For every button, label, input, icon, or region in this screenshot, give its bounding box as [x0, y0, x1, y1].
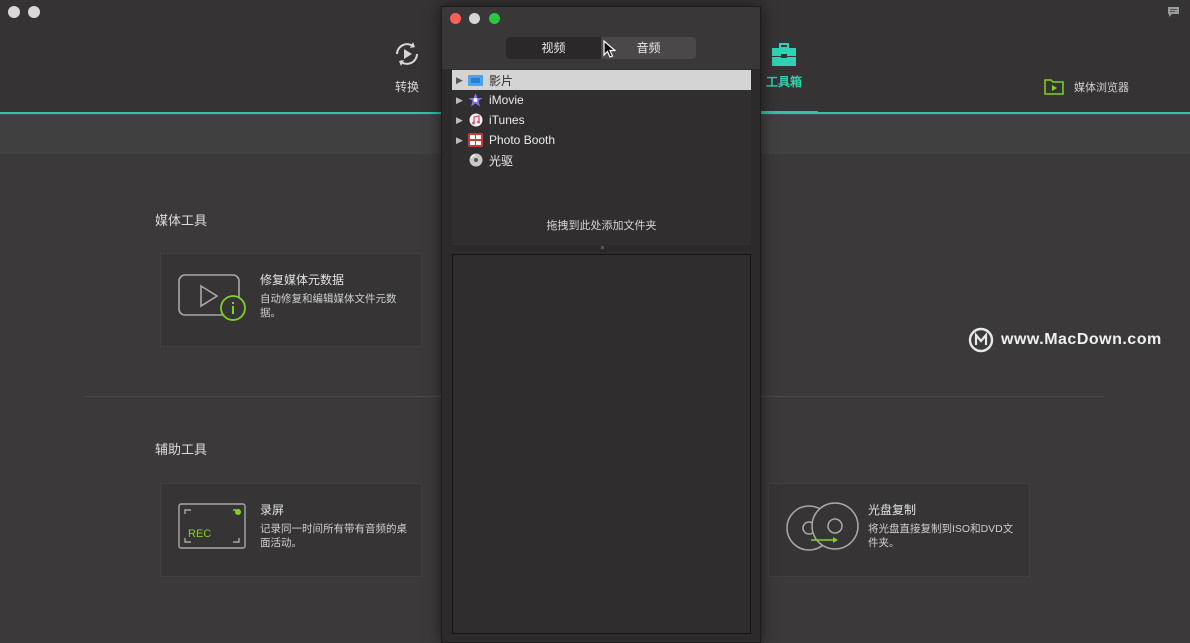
- section-media-tools: 媒体工具: [155, 213, 208, 228]
- tree-item-itunes[interactable]: ▶ iTunes: [452, 110, 751, 130]
- tab-convert-label: 转换: [394, 80, 419, 94]
- tree-item-label: iTunes: [489, 113, 525, 127]
- card-screen-record[interactable]: REC 录屏 记录同一时间所有带有音频的桌面活动。: [160, 483, 422, 577]
- card-repair-metadata[interactable]: 修复媒体元数据 自动修复和编辑媒体文件元数据。: [160, 253, 422, 347]
- imovie-star-icon: [468, 93, 483, 107]
- card-disc-title: 光盘复制: [868, 503, 917, 517]
- convert-icon: [396, 42, 418, 66]
- rec-label: REC: [188, 528, 212, 540]
- card-disc-copy[interactable]: 光盘复制 将光盘直接复制到ISO和DVD文件夹。: [768, 483, 1030, 577]
- feedback-icon[interactable]: [1167, 6, 1180, 18]
- pane-splitter[interactable]: [601, 246, 604, 249]
- disclosure-triangle-icon[interactable]: ▶: [456, 75, 468, 86]
- screen-record-icon: [178, 503, 246, 549]
- media-content-pane[interactable]: [452, 254, 751, 634]
- disclosure-triangle-icon[interactable]: ▶: [456, 115, 468, 126]
- movies-folder-icon: [468, 73, 483, 87]
- media-browser-button[interactable]: 媒体浏览器: [1044, 78, 1129, 95]
- disclosure-triangle-icon[interactable]: ▶: [456, 95, 468, 106]
- tree-item-imovie[interactable]: ▶ iMovie: [452, 90, 751, 110]
- zoom-button[interactable]: [489, 13, 500, 24]
- window-close-button[interactable]: [8, 6, 20, 18]
- card-record-title: 录屏: [260, 503, 285, 517]
- card-disc-desc: 将光盘直接复制到ISO和DVD文件夹。: [868, 523, 1014, 549]
- tree-item-movies[interactable]: ▶ 影片: [452, 70, 751, 90]
- tree-item-photo-booth[interactable]: ▶ Photo Booth: [452, 130, 751, 150]
- tree-item-label: 影片: [489, 73, 514, 88]
- media-browser-window: 视频 音频 ▶ 影片 ▶ iMovie ▶ iTunes ▶ Photo Boo…: [441, 6, 761, 643]
- card-record-desc: 记录同一时间所有带有音频的桌面活动。: [260, 523, 407, 549]
- window-toolbar: 视频 音频: [442, 29, 760, 69]
- card-repair-title: 修复媒体元数据: [260, 273, 345, 287]
- media-type-segmented-control: 视频 音频: [506, 37, 696, 59]
- media-folder-icon: [1044, 79, 1064, 95]
- tab-convert[interactable]: 转换: [380, 38, 434, 95]
- toolbox-icon: [772, 43, 796, 66]
- video-info-icon: [178, 274, 246, 321]
- tab-video[interactable]: 视频: [506, 37, 601, 59]
- card-repair-desc: 自动修复和编辑媒体文件元数据。: [260, 293, 397, 319]
- watermark-text: www.MacDown.com: [1001, 331, 1162, 348]
- tree-item-label: 光驱: [489, 153, 514, 168]
- macdown-logo-icon: [968, 327, 994, 353]
- tab-toolbox-label: 工具箱: [765, 75, 802, 89]
- section-aux-tools: 辅助工具: [155, 442, 208, 457]
- window-minimize-button[interactable]: [28, 6, 40, 18]
- tree-item-label: iMovie: [489, 93, 524, 107]
- minimize-button[interactable]: [469, 13, 480, 24]
- close-button[interactable]: [450, 13, 461, 24]
- tree-item-optical-drive[interactable]: 光驱: [452, 150, 751, 170]
- disclosure-triangle-icon[interactable]: ▶: [456, 135, 468, 146]
- photo-booth-icon: [468, 133, 483, 147]
- mouse-cursor-icon: [603, 40, 616, 58]
- active-tab-indicator: [760, 111, 818, 114]
- optical-disc-icon: [468, 153, 483, 167]
- source-tree: ▶ 影片 ▶ iMovie ▶ iTunes ▶ Photo Booth 光驱 …: [452, 69, 751, 245]
- watermark: www.MacDown.com: [968, 327, 1162, 353]
- tree-item-label: Photo Booth: [489, 133, 556, 147]
- disc-copy-icon: [786, 502, 859, 551]
- media-browser-label: 媒体浏览器: [1074, 81, 1129, 94]
- tab-toolbox[interactable]: 工具箱: [754, 42, 814, 90]
- drop-folder-hint: 拖拽到此处添加文件夹: [546, 220, 657, 232]
- itunes-note-icon: [468, 113, 483, 127]
